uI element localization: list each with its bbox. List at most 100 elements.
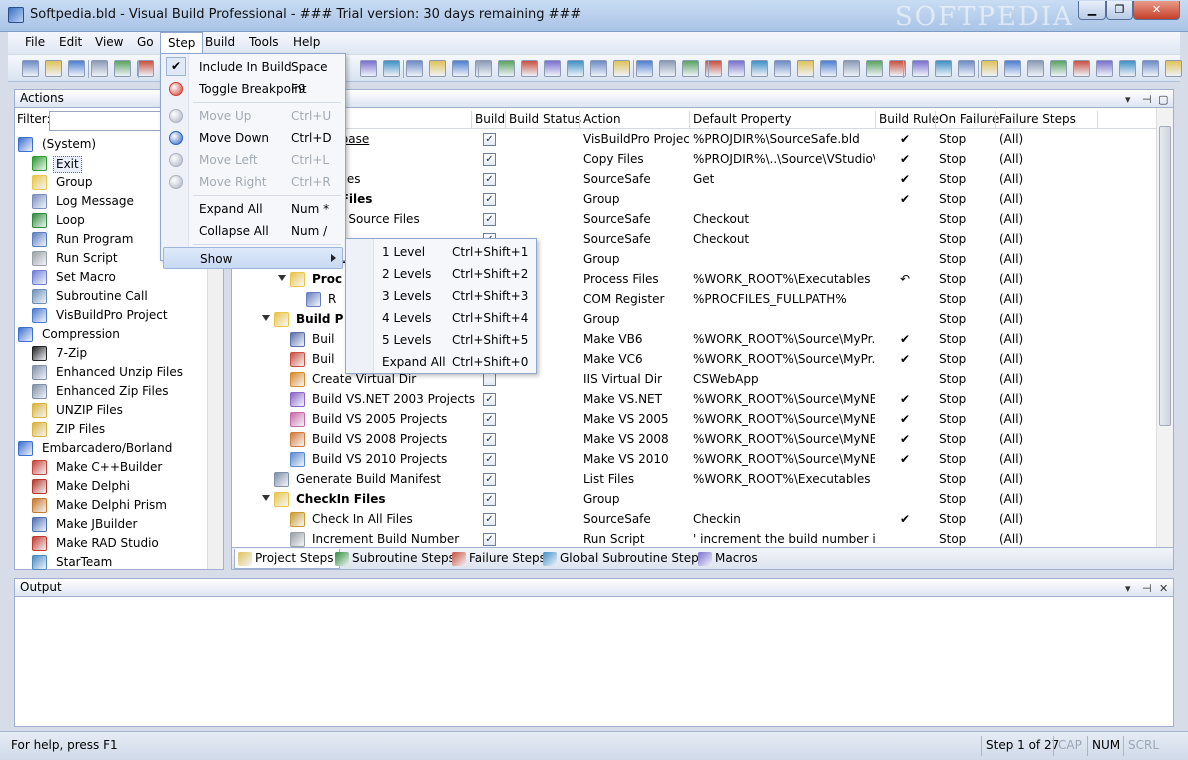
toolbar-icon-22[interactable] (728, 60, 745, 77)
column-separator[interactable] (875, 111, 876, 128)
new-icon[interactable] (22, 60, 39, 77)
preview-icon[interactable] (114, 60, 131, 77)
build-checkbox[interactable]: ✓ (483, 133, 496, 146)
toolbar-icon-17[interactable] (613, 60, 630, 77)
minimize-button[interactable]: ▁ (1078, 1, 1106, 20)
build-checkbox[interactable] (483, 373, 496, 386)
save-icon[interactable] (68, 60, 85, 77)
toolbar-icon-14[interactable] (544, 60, 561, 77)
build-checkbox[interactable]: ✓ (483, 153, 496, 166)
step-row[interactable]: Build VS 2010 Projects ✓ Make VS 2010 %WORK… (232, 449, 1157, 469)
tab-macros[interactable]: Macros (695, 549, 758, 569)
build-checkbox[interactable]: ✓ (483, 413, 496, 426)
step-row[interactable]: k Out Source Files ✓ SourceSafe Checkout Sto… (232, 209, 1157, 229)
step-menu-toggle-breakpoint[interactable]: Toggle Breakpoint F9 (163, 78, 343, 100)
step-row[interactable]: Build VS 2005 Projects ✓ Make VS 2005 %WORK… (232, 409, 1157, 429)
column-header-default-property[interactable]: Default Property (693, 112, 791, 126)
menu-view[interactable]: View (88, 32, 130, 54)
toolbar-icon-9[interactable] (429, 60, 446, 77)
step-menu-expand-all[interactable]: Expand All Num * (163, 198, 343, 220)
toolbar-icon-41[interactable] (1165, 60, 1182, 77)
expand-arrow-icon[interactable] (278, 275, 286, 281)
column-header-action[interactable]: Action (583, 112, 621, 126)
step-row[interactable]: Database✓VisBuildPro Project%PROJDIR%\So… (232, 129, 1157, 149)
step-row[interactable]: CheckIn Files ✓ Group Stop (All) (232, 489, 1157, 509)
step-row[interactable]: Generate Build Manifest ✓ List Files %WORK_… (232, 469, 1157, 489)
tab-global-subroutine-steps[interactable]: Global Subroutine Steps (540, 549, 705, 569)
show-5-levels[interactable]: 5 Levels Ctrl+Shift+5 (348, 329, 534, 351)
toolbar-icon-33[interactable] (981, 60, 998, 77)
step-menu-include-in-build[interactable]: ✔ Include In Build Space (163, 56, 343, 78)
step-menu-move-up[interactable]: Move Up Ctrl+U (163, 105, 343, 127)
build-checkbox[interactable]: ✓ (483, 533, 496, 546)
print-icon[interactable] (91, 60, 108, 77)
maximize-panel-icon[interactable]: ▢ (1158, 91, 1168, 108)
toolbar-icon-18[interactable] (636, 60, 653, 77)
build-checkbox[interactable]: ✓ (483, 393, 496, 406)
toolbar-icon-10[interactable] (452, 60, 469, 77)
column-separator[interactable] (505, 111, 506, 128)
tab-failure-steps[interactable]: Failure Steps (449, 549, 546, 569)
tab-project-steps[interactable]: Project Steps (234, 549, 341, 569)
close-button[interactable]: ✕ (1133, 1, 1180, 20)
show-4-levels[interactable]: 4 Levels Ctrl+Shift+4 (348, 307, 534, 329)
build-checkbox[interactable]: ✓ (483, 433, 496, 446)
column-separator[interactable] (471, 111, 472, 128)
expand-arrow-icon[interactable] (262, 315, 270, 321)
build-checkbox[interactable]: ✓ (483, 513, 496, 526)
toolbar-icon-8[interactable] (406, 60, 423, 77)
build-checkbox[interactable]: ✓ (483, 173, 496, 186)
build-checkbox[interactable]: ✓ (483, 453, 496, 466)
build-checkbox[interactable]: ✓ (483, 193, 496, 206)
steps-scrollbar[interactable] (1156, 108, 1173, 547)
toolbar-icon-37[interactable] (1073, 60, 1090, 77)
step-row[interactable]: Build VS.NET 2003 Projects ✓ Make VS.NET %W… (232, 389, 1157, 409)
build-checkbox[interactable]: ✓ (483, 473, 496, 486)
step-row[interactable]: les✓Copy Files%PROJDIR%\..\Source\VStudi… (232, 149, 1157, 169)
close-panel-icon[interactable]: ✕ (1159, 580, 1168, 597)
panel-dropdown-icon[interactable]: ▾ (1125, 91, 1131, 108)
toolbar-icon-15[interactable] (567, 60, 584, 77)
pin-icon[interactable]: ⊣ (1142, 91, 1152, 108)
toolbar-icon-34[interactable] (1004, 60, 1021, 77)
column-separator[interactable] (935, 111, 936, 128)
column-separator[interactable] (1097, 111, 1098, 128)
toolbar-icon-36[interactable] (1050, 60, 1067, 77)
toolbar-icon-6[interactable] (360, 60, 377, 77)
step-menu-show[interactable]: Show (163, 247, 343, 269)
toolbar-icon-39[interactable] (1119, 60, 1136, 77)
panel-dropdown-icon[interactable]: ▾ (1125, 580, 1131, 597)
column-header-build-status[interactable]: Build Status (509, 112, 581, 126)
column-separator[interactable] (689, 111, 690, 128)
toolbar-icon-24[interactable] (774, 60, 791, 77)
toolbar-icon-12[interactable] (498, 60, 515, 77)
toolbar-icon-7[interactable] (383, 60, 400, 77)
column-separator[interactable] (995, 111, 996, 128)
toolbar-icon-25[interactable] (797, 60, 814, 77)
menu-help[interactable]: Help (286, 32, 327, 54)
step-row[interactable]: est Files✓SourceSafeGet✔Stop(All) (232, 169, 1157, 189)
toolbar-icon-26[interactable] (820, 60, 837, 77)
step-row[interactable]: Out Files✓Group✔Stop(All) (232, 189, 1157, 209)
show-expand-all[interactable]: Expand All Ctrl+Shift+0 (348, 351, 534, 373)
toolbar-icon-30[interactable] (912, 60, 929, 77)
toolbar-icon-16[interactable] (590, 60, 607, 77)
menu-edit[interactable]: Edit (52, 32, 89, 54)
column-header-on-failure[interactable]: On Failure (939, 112, 999, 126)
toolbar-icon-40[interactable] (1142, 60, 1159, 77)
show-1-level[interactable]: 1 Level Ctrl+Shift+1 (348, 241, 534, 263)
step-menu-collapse-all[interactable]: Collapse All Num / (163, 220, 343, 242)
build-checkbox[interactable]: ✓ (483, 213, 496, 226)
expand-arrow-icon[interactable] (262, 495, 270, 501)
toolbar-icon-32[interactable] (958, 60, 975, 77)
toolbar-icon-27[interactable] (843, 60, 860, 77)
column-header-failure-steps[interactable]: Failure Steps (999, 112, 1076, 126)
menu-go[interactable]: Go (130, 32, 161, 54)
menu-step[interactable]: Step (160, 32, 204, 54)
step-menu-move-left[interactable]: Move Left Ctrl+L (163, 149, 343, 171)
step-menu-move-right[interactable]: Move Right Ctrl+R (163, 171, 343, 193)
toolbar-icon-23[interactable] (751, 60, 768, 77)
step-menu-move-down[interactable]: Move Down Ctrl+D (163, 127, 343, 149)
column-separator[interactable] (579, 111, 580, 128)
build-checkbox[interactable]: ✓ (483, 493, 496, 506)
